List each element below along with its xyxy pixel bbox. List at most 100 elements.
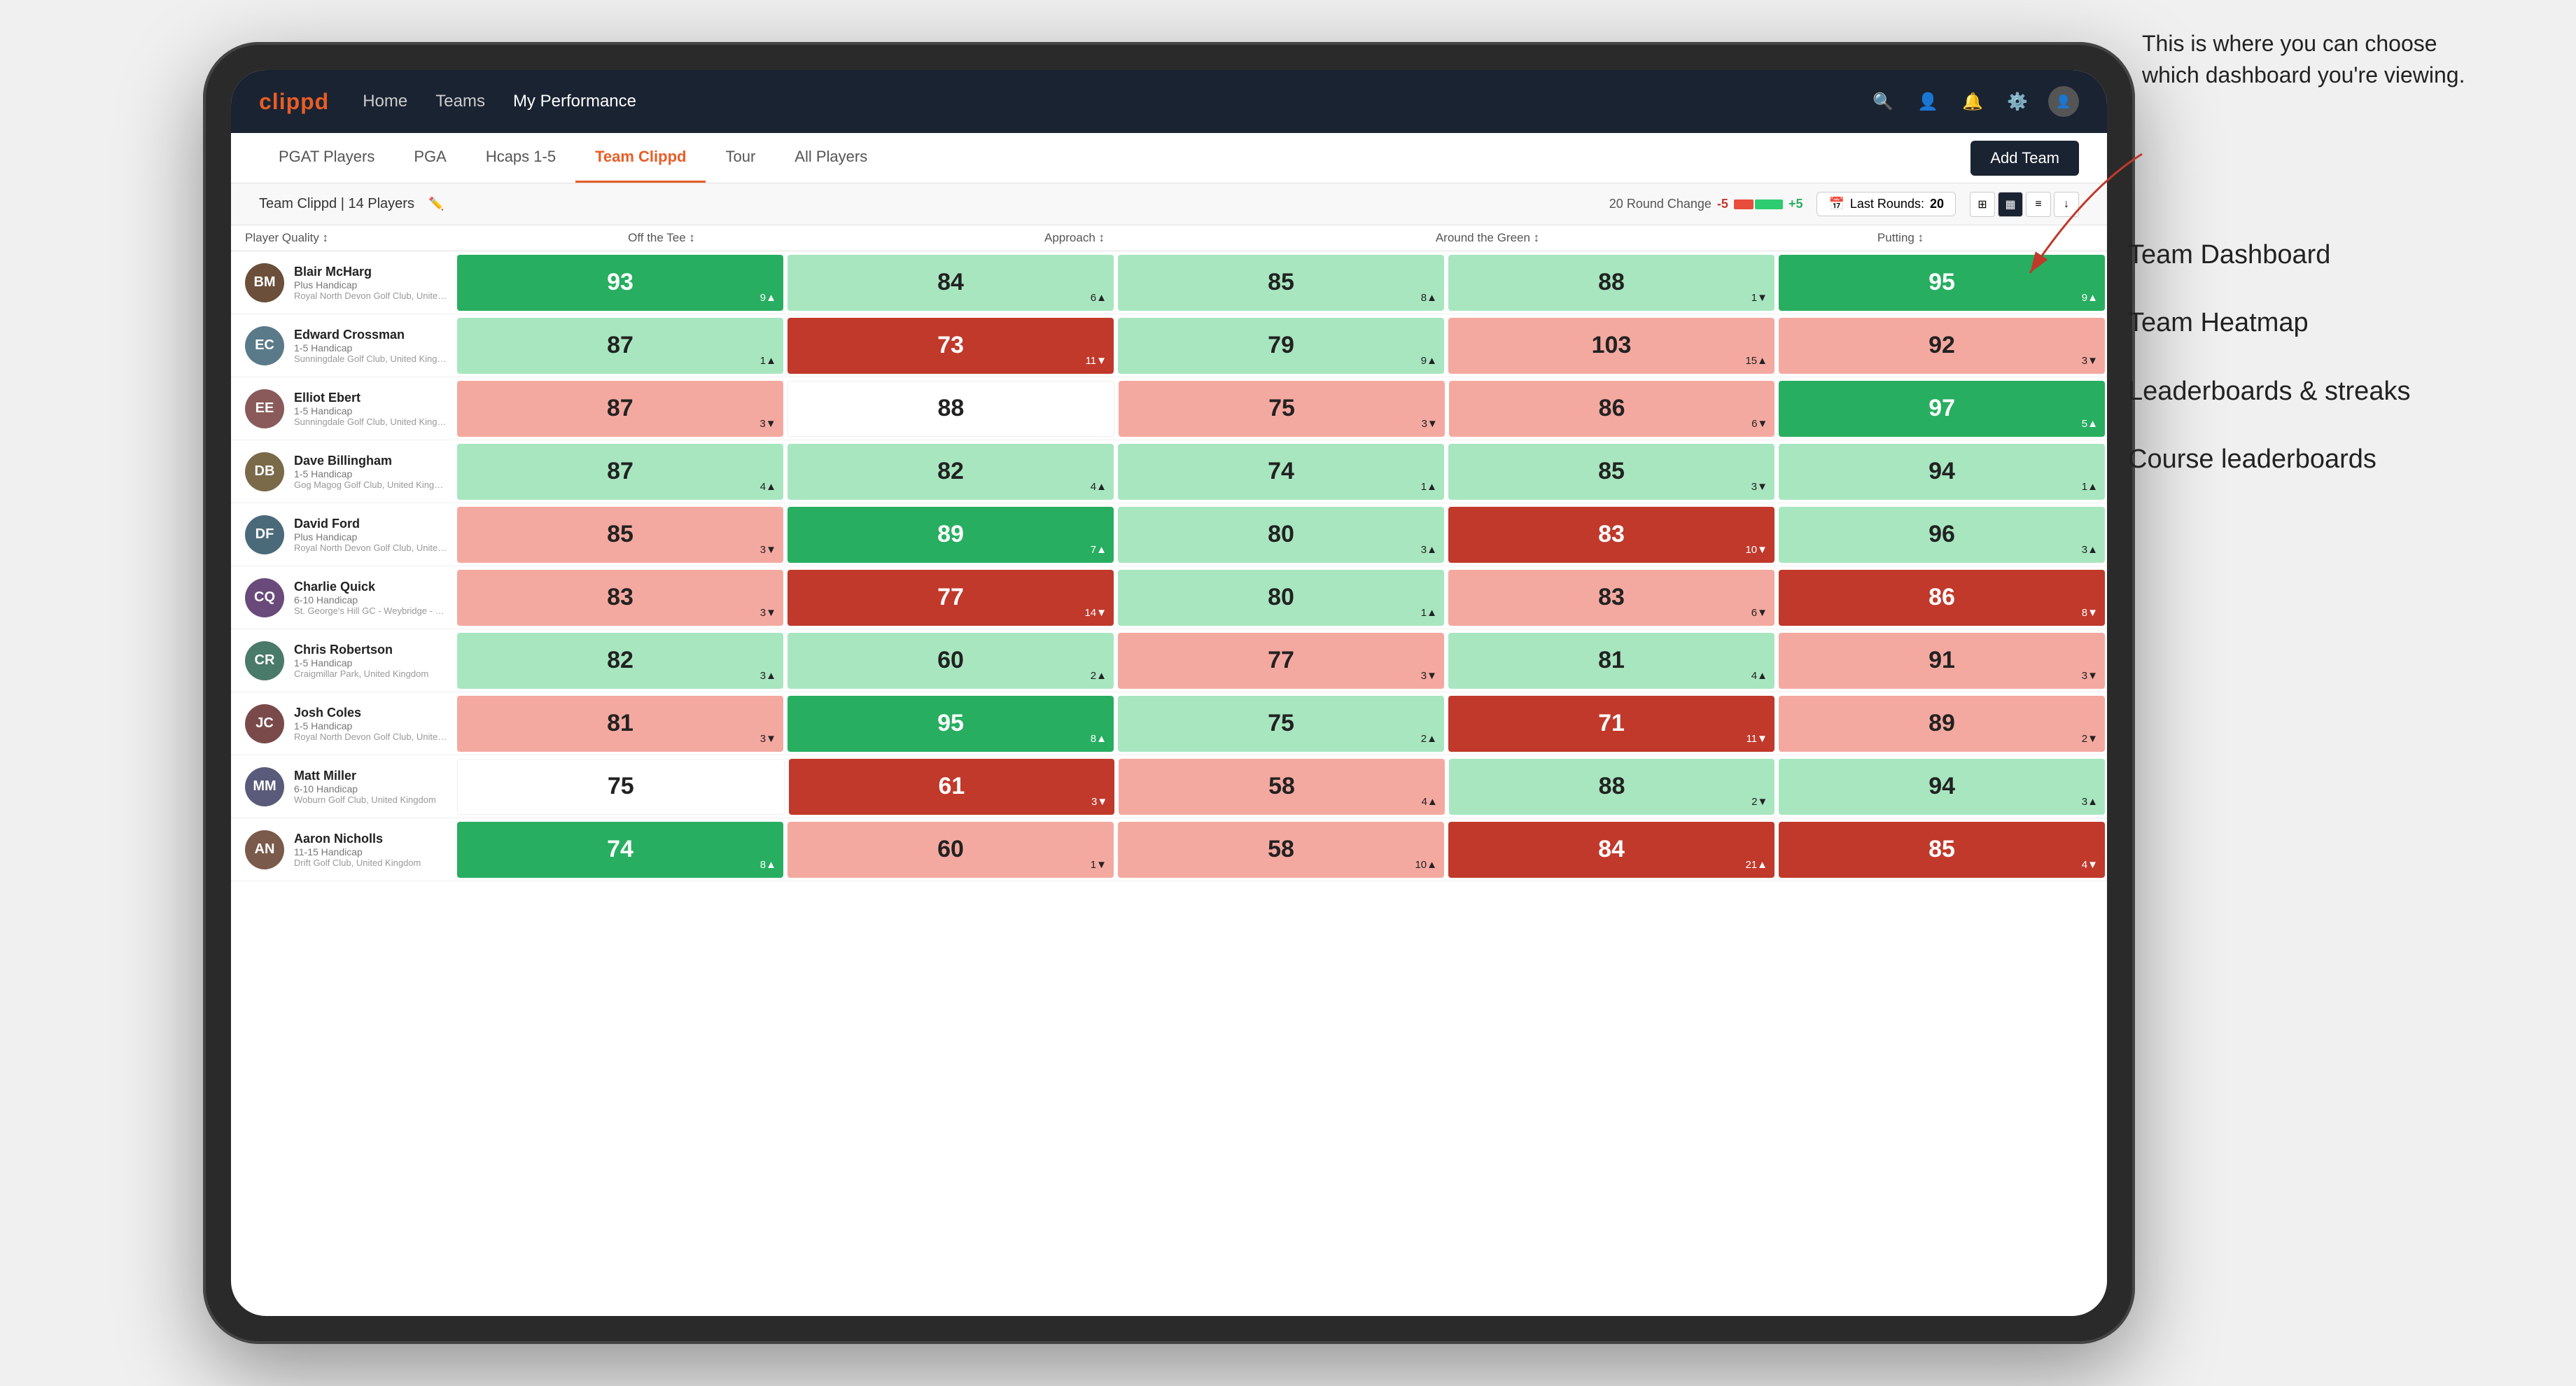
stat-cell: 741▲ <box>1118 444 1444 500</box>
stat-change: 2▲ <box>1421 733 1437 745</box>
table-row[interactable]: CQCharlie Quick6-10 HandicapSt. George's… <box>231 566 2107 629</box>
stat-change: 9▲ <box>760 292 776 304</box>
last-rounds-button[interactable]: 📅 Last Rounds: 20 <box>1816 192 1956 216</box>
col-player-header[interactable]: Player Quality ↕ <box>231 231 455 245</box>
nav-home[interactable]: Home <box>363 92 407 111</box>
player-details: Elliot Ebert1-5 HandicapSunningdale Golf… <box>294 391 448 427</box>
stat-value: 95 <box>1928 269 1955 296</box>
player-avatar: MM <box>245 767 284 806</box>
stat-cell: 913▼ <box>1779 633 2105 689</box>
view-list-icon[interactable]: ≡ <box>2026 192 2051 217</box>
player-details: Aaron Nicholls11-15 HandicapDrift Golf C… <box>294 832 448 868</box>
player-handicap: 1-5 Handicap <box>294 720 448 732</box>
settings-icon[interactable]: ⚙️ <box>2003 88 2031 115</box>
player-name: Elliot Ebert <box>294 391 448 405</box>
table-row[interactable]: EEElliot Ebert1-5 HandicapSunningdale Go… <box>231 377 2107 440</box>
table-row[interactable]: MMMatt Miller6-10 HandicapWoburn Golf Cl… <box>231 755 2107 818</box>
view-heatmap-icon[interactable]: ▦ <box>1998 192 2023 217</box>
stat-cell: 868▼ <box>1779 570 2105 626</box>
stat-change: 2▼ <box>1751 796 1768 808</box>
subnav-hcaps[interactable]: Hcaps 1-5 <box>466 133 575 183</box>
stat-change: 3▼ <box>1091 796 1107 808</box>
stat-value: 85 <box>607 521 634 548</box>
stat-cell: 584▲ <box>1119 759 1445 815</box>
stat-value: 88 <box>1599 773 1625 800</box>
subnav-pgat[interactable]: PGAT Players <box>259 133 394 183</box>
col-around-header[interactable]: Around the Green ↕ <box>1281 231 1694 245</box>
add-team-button[interactable]: Add Team <box>1970 141 2079 176</box>
table-row[interactable]: CRChris Robertson1-5 HandicapCraigmillar… <box>231 629 2107 692</box>
stat-value: 83 <box>1598 584 1625 611</box>
stat-cell: 87 3▼ <box>457 381 783 437</box>
player-details: Edward Crossman1-5 HandicapSunningdale G… <box>294 328 448 364</box>
player-avatar: DB <box>245 452 284 491</box>
stat-change: 9▲ <box>1421 355 1437 367</box>
player-details: Dave Billingham1-5 HandicapGog Magog Gol… <box>294 454 448 490</box>
player-info: EEElliot Ebert1-5 HandicapSunningdale Go… <box>231 382 455 435</box>
stat-cell: 753▼ <box>1119 381 1445 437</box>
stat-cell: 748▲ <box>457 822 783 878</box>
subnav-tour[interactable]: Tour <box>706 133 775 183</box>
stat-cell: 8310▼ <box>1448 507 1774 563</box>
last-rounds-label: Last Rounds: <box>1850 197 1924 211</box>
stat-change: 4▲ <box>1091 481 1107 493</box>
stat-change: 8▲ <box>760 859 776 871</box>
subnav-allplayers[interactable]: All Players <box>775 133 887 183</box>
player-info: CQCharlie Quick6-10 HandicapSt. George's… <box>231 571 455 624</box>
person-icon[interactable]: 👤 <box>1914 88 1942 115</box>
subnav-pga[interactable]: PGA <box>394 133 465 183</box>
subnav-teamclippd[interactable]: Team Clippd <box>575 133 706 183</box>
stat-change: 2▲ <box>1091 670 1107 682</box>
stat-cell: 836▼ <box>1448 570 1774 626</box>
stat-cell: 95 9▲ <box>1779 255 2105 311</box>
player-club: Gog Magog Golf Club, United Kingdom <box>294 479 448 490</box>
stat-cell: 846▲ <box>788 255 1114 311</box>
stat-cell: 892▼ <box>1779 696 2105 752</box>
annotation-item: Course leaderboards <box>2128 442 2520 477</box>
stat-cell: 613▼ <box>789 759 1115 815</box>
table-row[interactable]: ECEdward Crossman1-5 HandicapSunningdale… <box>231 314 2107 377</box>
stat-change: 9▲ <box>2082 292 2098 304</box>
nav-myperformance[interactable]: My Performance <box>513 92 636 111</box>
stat-cell: 824▲ <box>788 444 1114 500</box>
bell-icon[interactable]: 🔔 <box>1959 88 1987 115</box>
table-row[interactable]: BMBlair McHargPlus HandicapRoyal North D… <box>231 251 2107 314</box>
stat-change: 3▼ <box>760 418 776 430</box>
player-name: Edward Crossman <box>294 328 448 342</box>
stat-change: 10▼ <box>1745 544 1768 556</box>
stat-change: 1▲ <box>1421 607 1437 619</box>
stat-change: 3▼ <box>1422 418 1438 430</box>
stat-value: 87 <box>607 395 634 422</box>
stat-change: 3▲ <box>2082 796 2098 808</box>
player-club: Royal North Devon Golf Club, United King… <box>294 290 448 301</box>
annotation-item: Team Heatmap <box>2128 306 2520 340</box>
player-club: Craigmillar Park, United Kingdom <box>294 668 448 679</box>
nav-teams[interactable]: Teams <box>435 92 485 111</box>
col-approach-header[interactable]: Approach ↕ <box>868 231 1281 245</box>
table-row[interactable]: DFDavid FordPlus HandicapRoyal North Dev… <box>231 503 2107 566</box>
stat-change: 1▼ <box>1091 859 1107 871</box>
stat-cell: 854▼ <box>1779 822 2105 878</box>
sub-nav: PGAT Players PGA Hcaps 1-5 Team Clippd T… <box>231 133 2107 183</box>
edit-icon[interactable]: ✏️ <box>428 197 444 211</box>
view-download-icon[interactable]: ↓ <box>2054 192 2079 217</box>
nav-links: Home Teams My Performance <box>363 92 1869 111</box>
stat-cell: 803▲ <box>1118 507 1444 563</box>
col-offtee-header[interactable]: Off the Tee ↕ <box>455 231 868 245</box>
search-icon[interactable]: 🔍 <box>1869 88 1897 115</box>
stat-value: 81 <box>1598 647 1625 674</box>
avatar[interactable]: 👤 <box>2048 86 2079 117</box>
table-row[interactable]: ANAaron Nicholls11-15 HandicapDrift Golf… <box>231 818 2107 881</box>
view-grid-icon[interactable]: ⊞ <box>1970 192 1995 217</box>
table-row[interactable]: DB Dave Billingham1-5 HandicapGog Magog G… <box>231 440 2107 503</box>
table-row[interactable]: JCJosh Coles1-5 HandicapRoyal North Devo… <box>231 692 2107 755</box>
stat-value: 87 <box>607 458 634 485</box>
stat-value: 77 <box>1268 647 1294 674</box>
player-handicap: Plus Handicap <box>294 531 448 542</box>
stat-value: 86 <box>1928 584 1955 611</box>
stat-cell: 853▼ <box>1448 444 1774 500</box>
stat-value: 73 <box>937 332 964 359</box>
player-avatar: JC <box>245 704 284 743</box>
col-putting-header[interactable]: Putting ↕ <box>1694 231 2107 245</box>
player-details: Blair McHargPlus HandicapRoyal North Dev… <box>294 265 448 301</box>
